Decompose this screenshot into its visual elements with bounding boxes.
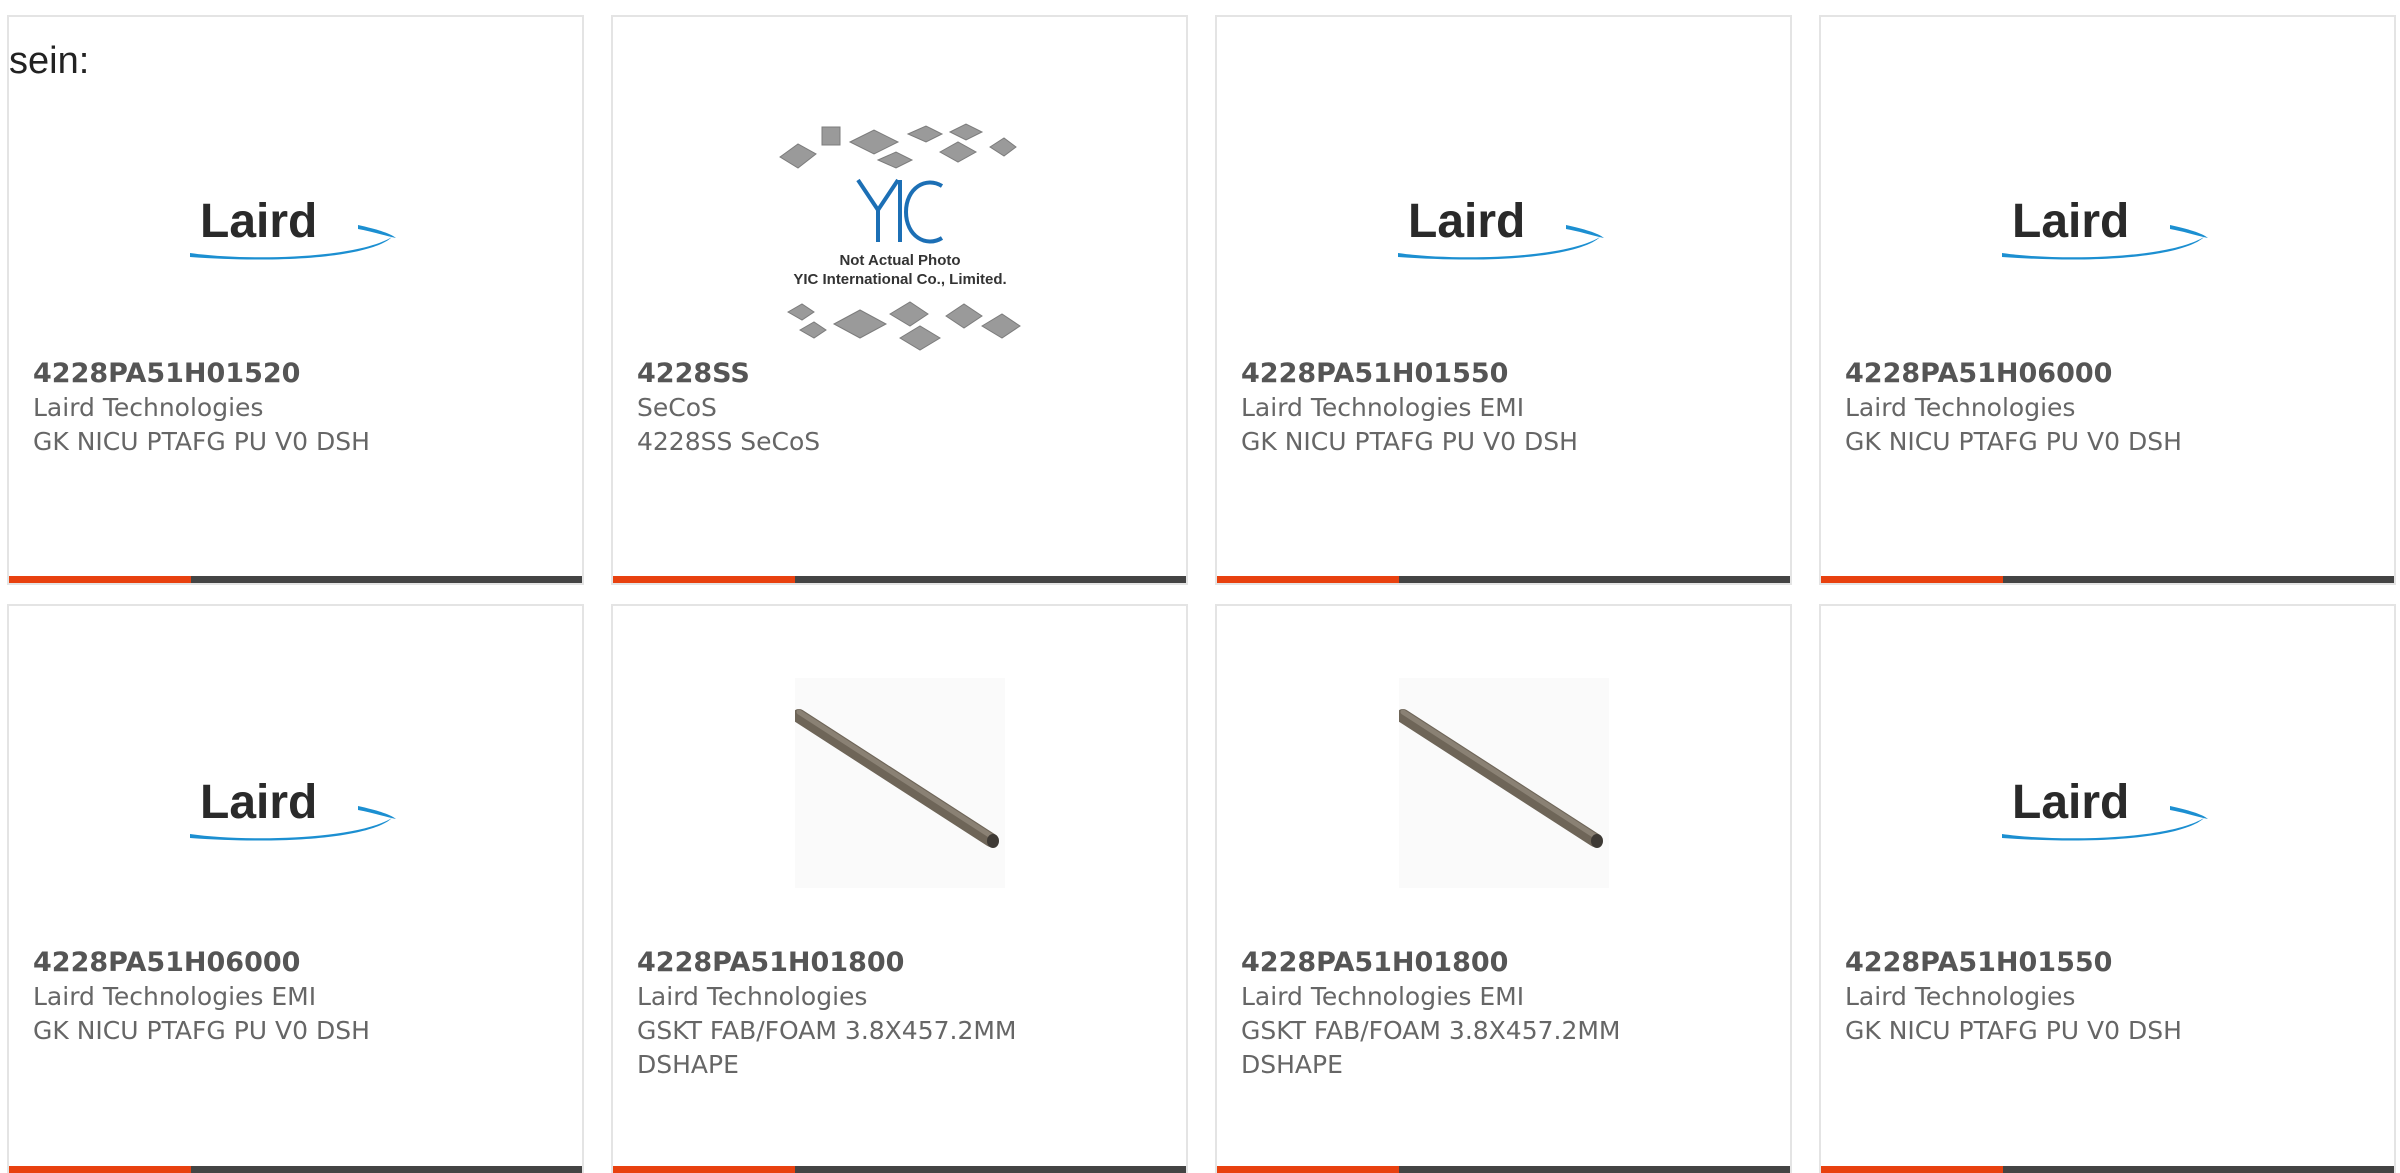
yic-note-line2: YIC International Co., Limited.: [793, 271, 1006, 288]
card-footer-accent: [1821, 576, 2003, 583]
product-card[interactable]: Laird 4228PA51H01550 Laird Technologies …: [1819, 604, 2396, 1173]
product-info: 4228PA51H01550 Laird Technologies GK NIC…: [1845, 946, 2370, 1048]
description: GK NICU PTAFG PU V0 DSH: [1241, 427, 1578, 456]
product-card[interactable]: Laird 4228PA51H01550 Laird Technologies …: [1215, 15, 1792, 585]
card-footer-accent: [1821, 1166, 2003, 1173]
card-footer-bar: [1217, 1166, 1790, 1173]
part-number-link[interactable]: 4228SS: [637, 357, 1162, 391]
manufacturer: Laird Technologies: [1845, 393, 2076, 422]
laird-logo[interactable]: Laird: [146, 686, 446, 946]
laird-logo-text: Laird: [200, 195, 317, 248]
product-card[interactable]: Laird 4228PA51H01520 Laird Technologies …: [7, 15, 584, 585]
laird-logo-text: Laird: [2012, 195, 2129, 248]
product-info: 4228PA51H01800 Laird Technologies EMI GS…: [1241, 946, 1766, 1082]
product-card[interactable]: 4228PA51H01800 Laird Technologies GSKT F…: [611, 604, 1188, 1173]
laird-logo[interactable]: Laird: [146, 105, 446, 365]
part-number-link[interactable]: 4228PA51H01800: [1241, 946, 1766, 980]
part-number-link[interactable]: 4228PA51H01550: [1845, 946, 2370, 980]
description: GSKT FAB/FOAM 3.8X457.2MM DSHAPE: [1241, 1016, 1621, 1079]
product-info: 4228PA51H01550 Laird Technologies EMI GK…: [1241, 357, 1766, 459]
card-footer-accent: [613, 1166, 795, 1173]
product-grid-page: sein: Laird 4228PA51H01520 Laird Technol…: [0, 0, 2400, 1173]
card-footer-accent: [613, 576, 795, 583]
card-footer-bar: [9, 576, 582, 583]
card-footer-bar: [9, 1166, 582, 1173]
card-footer-accent: [9, 576, 191, 583]
description: GK NICU PTAFG PU V0 DSH: [33, 427, 370, 456]
description: GK NICU PTAFG PU V0 DSH: [33, 1016, 370, 1045]
laird-logo-text: Laird: [200, 776, 317, 829]
product-card[interactable]: 4228PA51H01800 Laird Technologies EMI GS…: [1215, 604, 1792, 1173]
card-footer-bar: [1821, 1166, 2394, 1173]
yic-placeholder-image[interactable]: Not Actual Photo YIC International Co., …: [750, 102, 1050, 372]
product-card[interactable]: Not Actual Photo YIC International Co., …: [611, 15, 1188, 585]
part-number-link[interactable]: 4228PA51H01550: [1241, 357, 1766, 391]
lead-text: sein:: [9, 40, 90, 82]
card-footer-accent: [1217, 1166, 1399, 1173]
card-footer-bar: [1217, 576, 1790, 583]
card-footer-accent: [9, 1166, 191, 1173]
laird-logo-text: Laird: [2012, 776, 2129, 829]
description: GSKT FAB/FOAM 3.8X457.2MM DSHAPE: [637, 1016, 1017, 1079]
product-info: 4228PA51H01800 Laird Technologies GSKT F…: [637, 946, 1162, 1082]
card-footer-accent: [1217, 576, 1399, 583]
description: 4228SS SeCoS: [637, 427, 821, 456]
manufacturer: Laird Technologies EMI: [1241, 982, 1525, 1011]
laird-logo[interactable]: Laird: [1958, 105, 2258, 365]
part-number-link[interactable]: 4228PA51H06000: [1845, 357, 2370, 391]
laird-logo[interactable]: Laird: [1958, 686, 2258, 946]
product-info: 4228PA51H06000 Laird Technologies GK NIC…: [1845, 357, 2370, 459]
part-number-link[interactable]: 4228PA51H01520: [33, 357, 558, 391]
product-info: 4228PA51H06000 Laird Technologies EMI GK…: [33, 946, 558, 1048]
card-footer-bar: [1821, 576, 2394, 583]
description: GK NICU PTAFG PU V0 DSH: [1845, 427, 2182, 456]
gasket-rod-photo[interactable]: [1398, 678, 1609, 888]
manufacturer: Laird Technologies: [637, 982, 868, 1011]
description: GK NICU PTAFG PU V0 DSH: [1845, 1016, 2182, 1045]
manufacturer: Laird Technologies EMI: [1241, 393, 1525, 422]
product-card[interactable]: Laird 4228PA51H06000 Laird Technologies …: [7, 604, 584, 1173]
part-number-link[interactable]: 4228PA51H01800: [637, 946, 1162, 980]
card-footer-bar: [613, 1166, 1186, 1173]
card-footer-bar: [613, 576, 1186, 583]
manufacturer: Laird Technologies EMI: [33, 982, 317, 1011]
yic-note-line1: Not Actual Photo: [839, 252, 960, 269]
part-number-link[interactable]: 4228PA51H06000: [33, 946, 558, 980]
product-info: 4228PA51H01520 Laird Technologies GK NIC…: [33, 357, 558, 459]
laird-logo-text: Laird: [1408, 195, 1525, 248]
manufacturer: SeCoS: [637, 393, 717, 422]
manufacturer: Laird Technologies: [33, 393, 264, 422]
product-card[interactable]: Laird 4228PA51H06000 Laird Technologies …: [1819, 15, 2396, 585]
gasket-rod-photo[interactable]: [794, 678, 1005, 888]
manufacturer: Laird Technologies: [1845, 982, 2076, 1011]
laird-logo[interactable]: Laird: [1354, 105, 1654, 365]
product-info: 4228SS SeCoS 4228SS SeCoS: [637, 357, 1162, 459]
